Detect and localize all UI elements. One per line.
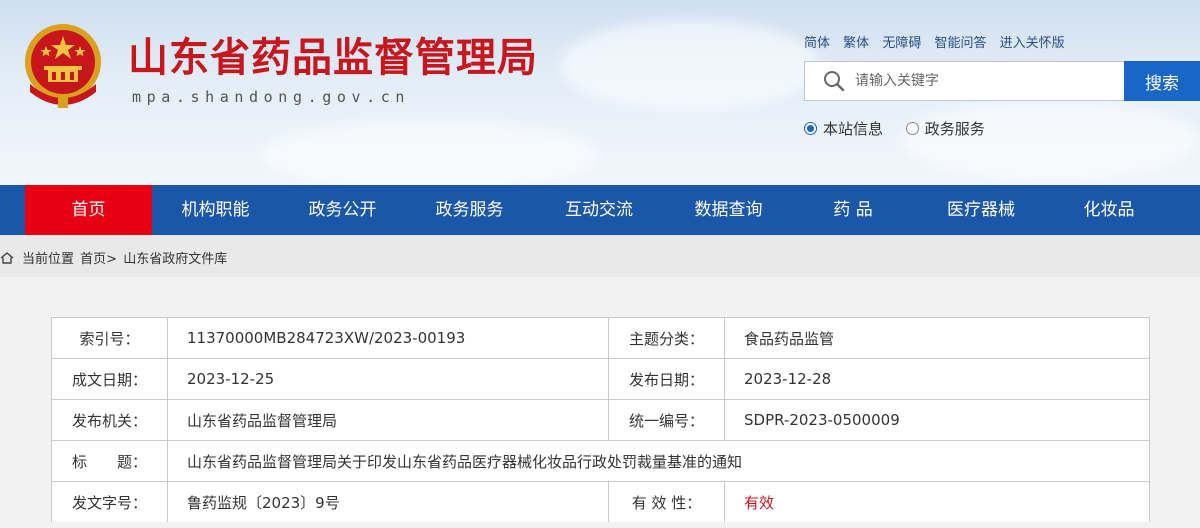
search-scope: 本站信息 政务服务 bbox=[804, 118, 1003, 139]
background-cloud bbox=[260, 120, 600, 185]
radio-selected-icon[interactable] bbox=[804, 122, 817, 135]
nav-item-medical-devices[interactable]: 医疗器械 bbox=[914, 185, 1048, 235]
topic-label: 主题分类： bbox=[608, 317, 725, 359]
publish-date-value: 2023-12-28 bbox=[724, 358, 1150, 400]
main-nav: 首页 机构职能 政务公开 政务服务 互动交流 数据查询 药 品 医疗器械 化妆品 bbox=[0, 185, 1200, 235]
topic-value: 食品药品监管 bbox=[724, 317, 1150, 359]
breadcrumb-prefix: 当前位置 bbox=[22, 252, 75, 267]
title-label: 标 题： bbox=[51, 440, 168, 482]
site-domain: mpa.shandong.gov.cn bbox=[132, 88, 410, 106]
table-row: 发布机关： 山东省药品监督管理局 统一编号： SDPR-2023-0500009 bbox=[51, 399, 1150, 441]
unified-number-label: 统一编号： bbox=[608, 399, 725, 441]
national-emblem-icon[interactable] bbox=[22, 22, 104, 108]
document-info-table: 索引号： 11370000MB284723XW/2023-00193 主题分类：… bbox=[51, 317, 1150, 523]
home-icon bbox=[0, 252, 14, 264]
nav-item-drugs[interactable]: 药 品 bbox=[792, 185, 914, 235]
top-links: 简体 繁体 无障碍 智能问答 进入关怀版 bbox=[804, 32, 1074, 51]
nav-item-services[interactable]: 政务服务 bbox=[406, 185, 533, 235]
search-icon bbox=[824, 71, 845, 92]
scope-option-label: 政务服务 bbox=[924, 120, 985, 138]
breadcrumb: 当前位置 首页> 山东省政府文件库 bbox=[0, 248, 229, 267]
issuer-value: 山东省药品监督管理局 bbox=[167, 399, 609, 441]
table-row: 索引号： 11370000MB284723XW/2023-00193 主题分类：… bbox=[51, 317, 1150, 359]
search-input[interactable] bbox=[855, 62, 1115, 100]
table-row: 标 题： 山东省药品监督管理局关于印发山东省药品医疗器械化妆品行政处罚裁量基准的… bbox=[51, 440, 1150, 482]
background-cloud bbox=[560, 20, 820, 110]
issuer-label: 发布机关： bbox=[51, 399, 168, 441]
search-box bbox=[804, 61, 1124, 101]
nav-item-cosmetics[interactable]: 化妆品 bbox=[1048, 185, 1170, 235]
scope-option-site[interactable]: 本站信息 bbox=[804, 118, 883, 139]
scope-option-services[interactable]: 政务服务 bbox=[905, 118, 985, 139]
scope-option-label: 本站信息 bbox=[823, 120, 884, 138]
document-number-label: 发文字号： bbox=[51, 481, 168, 523]
validity-value: 有效 bbox=[724, 481, 1150, 523]
nav-item-home[interactable]: 首页 bbox=[25, 185, 152, 235]
background-cloud bbox=[900, 100, 1200, 180]
validity-label: 有 效 性： bbox=[608, 481, 725, 523]
index-number-value: 11370000MB284723XW/2023-00193 bbox=[167, 317, 609, 359]
nav-item-interaction[interactable]: 互动交流 bbox=[533, 185, 665, 235]
link-traditional[interactable]: 繁体 bbox=[843, 36, 869, 51]
table-row: 成文日期： 2023-12-25 发布日期： 2023-12-28 bbox=[51, 358, 1150, 400]
link-care-version[interactable]: 进入关怀版 bbox=[1000, 36, 1065, 51]
table-row: 发文字号： 鲁药监规〔2023〕9号 有 效 性： 有效 bbox=[51, 481, 1150, 523]
link-accessibility[interactable]: 无障碍 bbox=[882, 36, 921, 51]
site-header: 山东省药品监督管理局 mpa.shandong.gov.cn 简体 繁体 无障碍… bbox=[0, 0, 1200, 185]
written-date-label: 成文日期： bbox=[51, 358, 168, 400]
site-title[interactable]: 山东省药品监督管理局 bbox=[128, 30, 538, 86]
index-number-label: 索引号： bbox=[51, 317, 168, 359]
link-simplified[interactable]: 简体 bbox=[804, 36, 830, 51]
page-bottom bbox=[0, 522, 1200, 528]
link-smart-qa[interactable]: 智能问答 bbox=[934, 36, 986, 51]
radio-unselected-icon[interactable] bbox=[905, 122, 919, 135]
nav-item-data-query[interactable]: 数据查询 bbox=[665, 185, 792, 235]
document-number-value: 鲁药监规〔2023〕9号 bbox=[167, 481, 609, 523]
search-button[interactable]: 搜索 bbox=[1124, 61, 1200, 101]
breadcrumb-current[interactable]: 山东省政府文件库 bbox=[123, 252, 227, 267]
breadcrumb-home-link[interactable]: 首页> bbox=[80, 252, 117, 267]
breadcrumb-bar: 当前位置 首页> 山东省政府文件库 bbox=[0, 235, 1200, 277]
title-value: 山东省药品监督管理局关于印发山东省药品医疗器械化妆品行政处罚裁量基准的通知 bbox=[167, 440, 1150, 482]
unified-number-value: SDPR-2023-0500009 bbox=[724, 399, 1150, 441]
nav-item-organization[interactable]: 机构职能 bbox=[152, 185, 279, 235]
written-date-value: 2023-12-25 bbox=[167, 358, 609, 400]
publish-date-label: 发布日期： bbox=[608, 358, 725, 400]
nav-item-government-affairs[interactable]: 政务公开 bbox=[279, 185, 406, 235]
